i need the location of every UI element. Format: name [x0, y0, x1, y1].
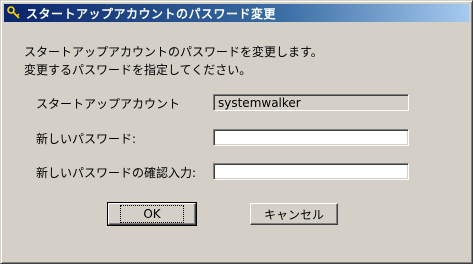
- new-password-field[interactable]: [213, 129, 409, 146]
- description-line-1: スタートアップアカウントのパスワードを変更します。: [24, 45, 323, 59]
- description-line-2: 変更するパスワードを指定してください。: [24, 63, 252, 77]
- ok-button[interactable]: OK: [107, 202, 197, 226]
- description: スタートアップアカウントのパスワードを変更します。 変更するパスワードを指定して…: [24, 43, 323, 79]
- account-field: [213, 94, 409, 111]
- dialog-window: スタートアップアカウントのパスワード変更 スタートアップアカウントのパスワードを…: [0, 0, 473, 264]
- account-label: スタートアップアカウント: [36, 97, 181, 111]
- new-password-label: 新しいパスワード:: [36, 132, 137, 146]
- key-icon: [6, 5, 22, 21]
- cancel-button[interactable]: キャンセル: [250, 203, 338, 225]
- window-title: スタートアップアカウントのパスワード変更: [26, 6, 277, 21]
- confirm-password-label: 新しいパスワードの確認入力:: [36, 166, 197, 180]
- ok-button-label: OK: [120, 205, 184, 223]
- confirm-password-field[interactable]: [213, 163, 409, 180]
- cancel-button-label: キャンセル: [263, 207, 324, 222]
- title-bar[interactable]: スタートアップアカウントのパスワード変更: [4, 4, 469, 22]
